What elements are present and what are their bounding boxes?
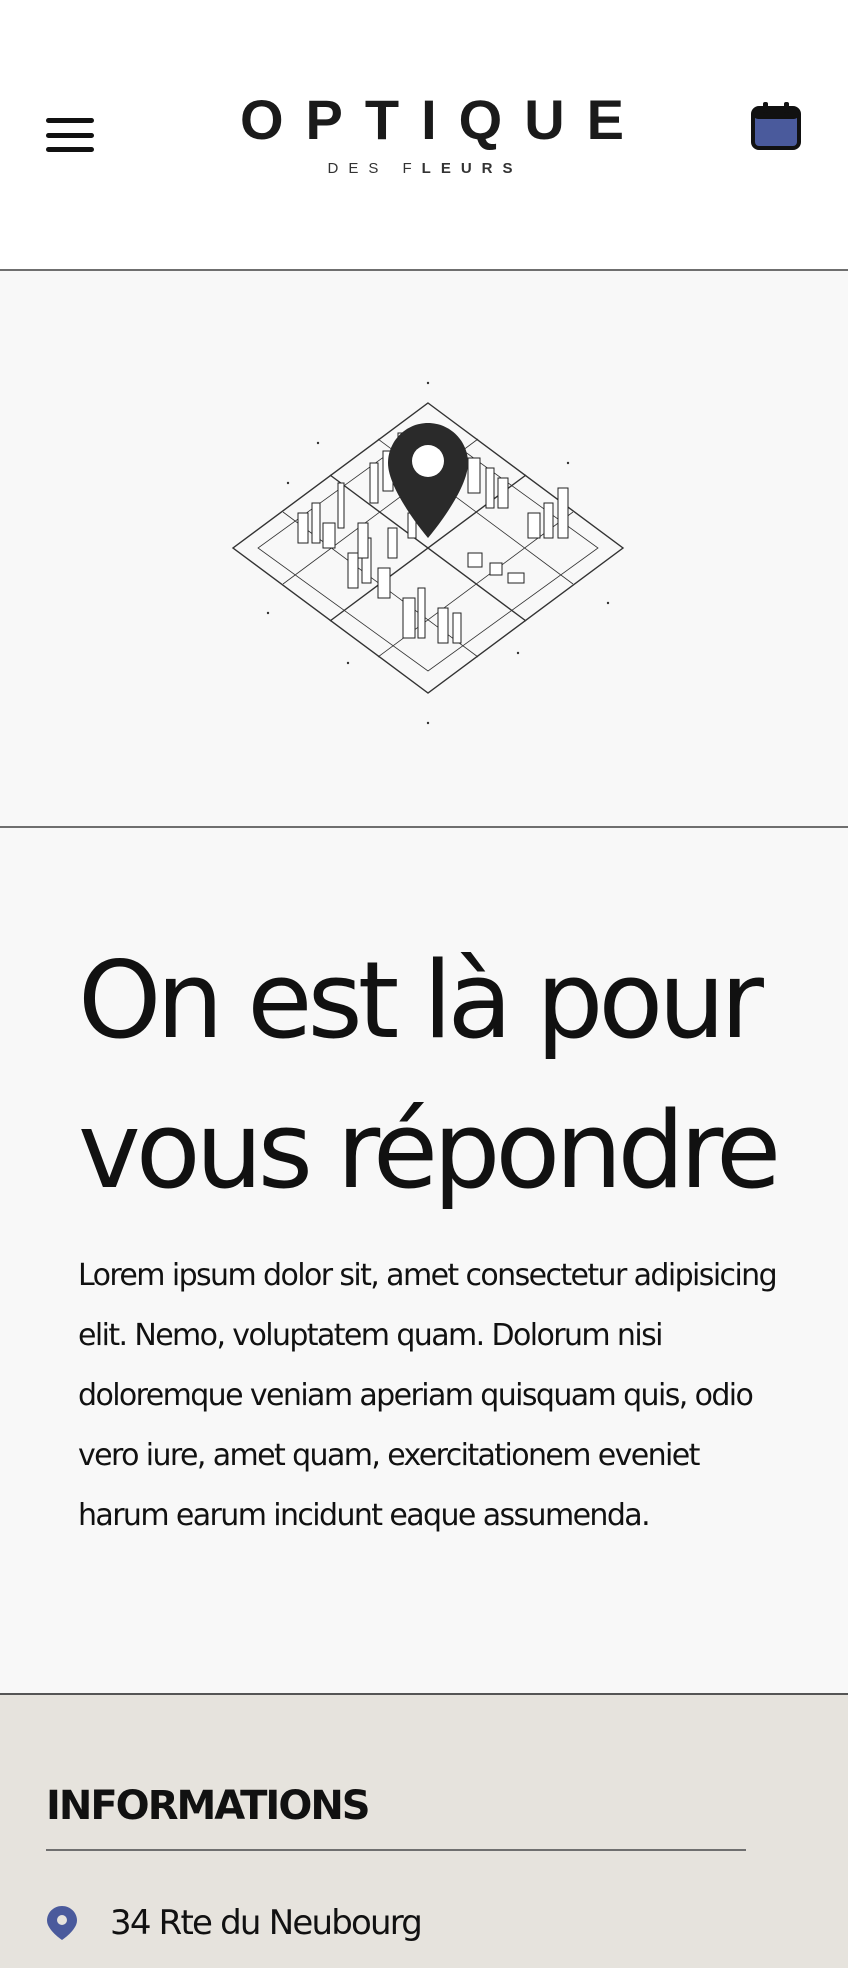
- isometric-city-map-illustration: [231, 381, 625, 725]
- logo-wordmark: OPTIQUE: [240, 92, 624, 148]
- location-pin-marker: [388, 423, 468, 538]
- informations-divider: [46, 1849, 746, 1851]
- intro-paragraph: Lorem ipsum dolor sit, amet consectetur …: [78, 1258, 778, 1533]
- page-title-line-1: On est là pour: [78, 939, 764, 1062]
- informations-section: INFORMATIONS 34 Rte du Neubourg: [0, 1695, 848, 1968]
- brand-logo[interactable]: OPTIQUE DES FLEURS: [230, 92, 624, 178]
- logo-tagline-bold: LEURS: [421, 160, 523, 177]
- contact-intro-section: On est là pour vous répondre Lorem ipsum …: [0, 828, 848, 1695]
- hamburger-menu-icon[interactable]: [46, 118, 94, 152]
- logo-wordmark-text: OPTIQUE: [240, 88, 647, 151]
- address-text: 34 Rte du Neubourg: [110, 1903, 423, 1943]
- site-header: OPTIQUE DES FLEURS: [0, 0, 848, 271]
- location-pin-icon: [47, 1906, 77, 1940]
- page: OPTIQUE DES FLEURS On est là pour vous r…: [0, 0, 848, 1968]
- map-illustration-section: [0, 271, 848, 828]
- logo-tagline-light: DES F: [327, 160, 422, 177]
- page-title-line-2: vous répondre: [78, 1089, 781, 1212]
- page-title: On est là pour vous répondre: [78, 926, 818, 1226]
- informations-heading: INFORMATIONS: [46, 1783, 371, 1829]
- logo-tagline: DES FLEURS: [230, 160, 620, 177]
- calendar-icon[interactable]: [750, 100, 802, 152]
- address-item: 34 Rte du Neubourg: [46, 1903, 423, 1943]
